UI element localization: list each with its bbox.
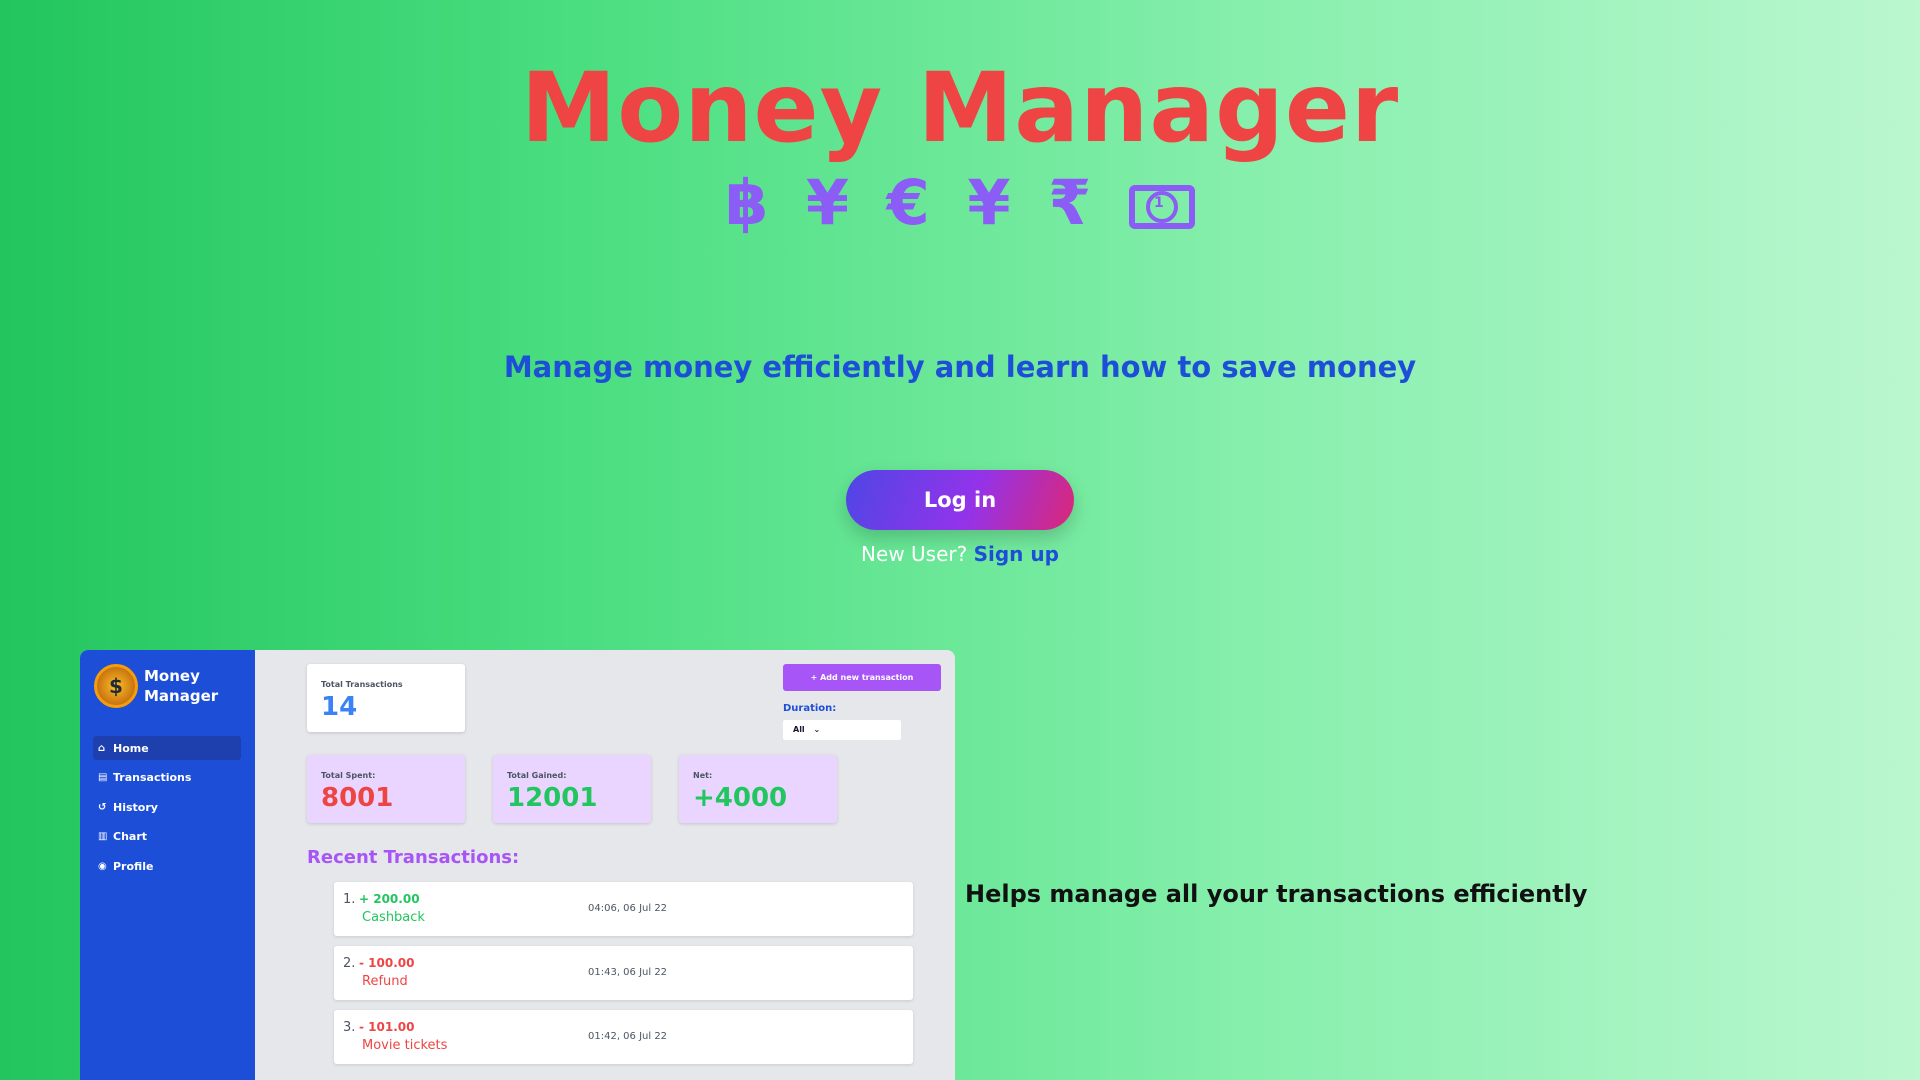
duration-selected-value: All [793, 725, 805, 734]
transaction-number: 3. [343, 1020, 356, 1035]
transaction-amount: - 100.00 [359, 956, 415, 970]
bar-chart-icon: ▥ [98, 831, 108, 842]
card-value: 8001 [321, 783, 394, 813]
total-transactions-card: Total Transactions 14 [307, 664, 465, 732]
recent-transactions-title: Recent Transactions: [307, 847, 520, 868]
card-value: +4000 [693, 783, 788, 813]
duration-select[interactable]: All ⌄ [783, 720, 901, 740]
transaction-amount: - 101.00 [359, 1020, 415, 1034]
card-value: 12001 [507, 783, 598, 813]
card-value: 14 [321, 692, 358, 722]
transaction-time: 04:06, 06 Jul 22 [588, 903, 668, 914]
feature-text: Helps manage all your transactions effic… [965, 880, 1588, 908]
sidebar-item-label: Chart [113, 830, 148, 843]
transaction-description: Refund [362, 974, 408, 989]
card-label: Total Transactions [321, 680, 403, 689]
yen-icon: ¥ [805, 166, 856, 239]
yen-icon: ¥ [967, 166, 1017, 239]
total-gained-card: Total Gained: 12001 [493, 755, 651, 823]
sidebar-item-history[interactable]: ↺ History [93, 795, 241, 819]
transaction-row[interactable]: 2. - 100.00 Refund 01:43, 06 Jul 22 [334, 946, 913, 1000]
euro-icon: € [886, 166, 936, 239]
duration-label: Duration: [783, 703, 837, 714]
transaction-row[interactable]: 1. + 200.00 Cashback 04:06, 06 Jul 22 [334, 882, 913, 936]
sidebar-item-chart[interactable]: ▥ Chart [93, 825, 241, 849]
signup-prompt: New User? Sign up [0, 542, 1920, 566]
book-icon: ▤ [98, 772, 108, 783]
coin-logo-icon: $ [94, 664, 138, 708]
home-icon: ⌂ [98, 742, 106, 754]
preview-main: Total Transactions 14 + Add new transact… [255, 650, 955, 1080]
transaction-amount: + 200.00 [359, 892, 420, 906]
sidebar-item-transactions[interactable]: ▤ Transactions [93, 766, 241, 790]
currency-symbols: ฿ ¥ € ¥ ₹ [0, 166, 1920, 239]
signup-link[interactable]: Sign up [974, 542, 1059, 566]
transaction-time: 01:43, 06 Jul 22 [588, 967, 668, 978]
chevron-down-icon: ⌄ [813, 725, 821, 734]
transaction-row[interactable]: 3. - 101.00 Movie tickets 01:42, 06 Jul … [334, 1010, 913, 1064]
sidebar-item-label: Home [113, 741, 149, 755]
history-icon: ↺ [98, 801, 107, 813]
sidebar-item-profile[interactable]: ◉ Profile [93, 854, 241, 878]
sidebar-item-label: Transactions [113, 771, 192, 784]
sidebar-item-home[interactable]: ⌂ Home [93, 736, 241, 760]
card-label: Total Spent: [321, 771, 376, 780]
login-button[interactable]: Log in [846, 470, 1074, 530]
brand-name: Money Manager [144, 667, 219, 705]
add-transaction-button[interactable]: + Add new transaction [783, 664, 941, 691]
banknote-icon [1128, 184, 1195, 229]
transaction-number: 2. [343, 956, 356, 971]
transaction-description: Cashback [362, 910, 425, 925]
user-circle-icon: ◉ [98, 860, 107, 872]
card-label: Total Gained: [507, 771, 567, 780]
brand: $ Money Manager [94, 664, 234, 708]
card-label: Net: [693, 771, 713, 780]
transaction-description: Movie tickets [362, 1038, 448, 1053]
transaction-time: 01:42, 06 Jul 22 [588, 1031, 668, 1042]
sidebar-item-label: Profile [113, 859, 154, 873]
total-spent-card: Total Spent: 8001 [307, 755, 465, 823]
preview-sidebar: $ Money Manager ⌂ Home ▤ Transactions ↺ … [80, 650, 255, 1080]
hero-title: Money Manager [520, 52, 1400, 164]
transaction-number: 1. [343, 892, 356, 907]
rupee-icon: ₹ [1048, 166, 1098, 239]
baht-icon: ฿ [725, 166, 775, 239]
signup-prompt-text: New User? [861, 542, 968, 566]
net-card: Net: +4000 [679, 755, 837, 823]
sidebar-nav: ⌂ Home ▤ Transactions ↺ History ▥ Chart … [93, 736, 241, 884]
tagline: Manage money efficiently and learn how t… [503, 350, 1417, 384]
sidebar-item-label: History [113, 800, 158, 814]
app-preview: $ Money Manager ⌂ Home ▤ Transactions ↺ … [80, 650, 955, 1080]
